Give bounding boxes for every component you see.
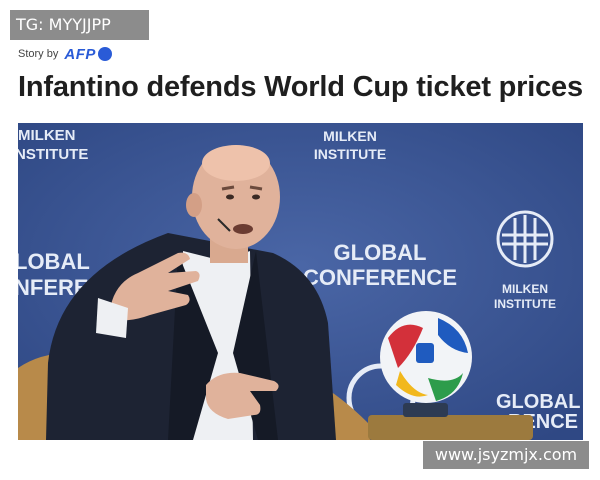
site-watermark: www.jsyzmjx.com: [423, 441, 589, 469]
backdrop-milken-top-left-1: MILKEN: [18, 127, 76, 144]
article-photo: MILKEN NSTITUTE MILKEN INSTITUTE LOBAL N…: [18, 123, 583, 440]
backdrop-milken-top-center-1: MILKEN: [323, 128, 377, 144]
backdrop-global-center-1: GLOBAL: [334, 240, 427, 265]
afp-logo-text: AFP: [64, 45, 96, 63]
article-headline: Infantino defends World Cup ticket price…: [18, 71, 583, 103]
byline-prefix: Story by: [18, 48, 59, 60]
backdrop-milken-right-2: INSTITUTE: [494, 297, 556, 311]
backdrop-global-center-2: CONFERENCE: [303, 265, 457, 290]
afp-logo[interactable]: AFP: [64, 46, 112, 63]
afp-logo-dot-icon: [97, 47, 112, 61]
backdrop-milken-right-1: MILKEN: [502, 282, 548, 296]
ball-stand: [403, 403, 448, 417]
soccer-ball-icon: [380, 311, 472, 403]
side-table: [368, 415, 533, 440]
backdrop-global-left-1: LOBAL: [18, 249, 90, 274]
backdrop-milken-top-center-2: INSTITUTE: [314, 146, 386, 162]
byline: Story by AFP: [18, 46, 112, 63]
photo-scene: MILKEN NSTITUTE MILKEN INSTITUTE LOBAL N…: [18, 123, 583, 440]
tg-watermark-badge: TG: MYYJJPP: [10, 10, 149, 40]
backdrop-global-bottom-right-1: GLOBAL: [496, 391, 580, 413]
backdrop-milken-top-left-2: NSTITUTE: [18, 146, 88, 163]
